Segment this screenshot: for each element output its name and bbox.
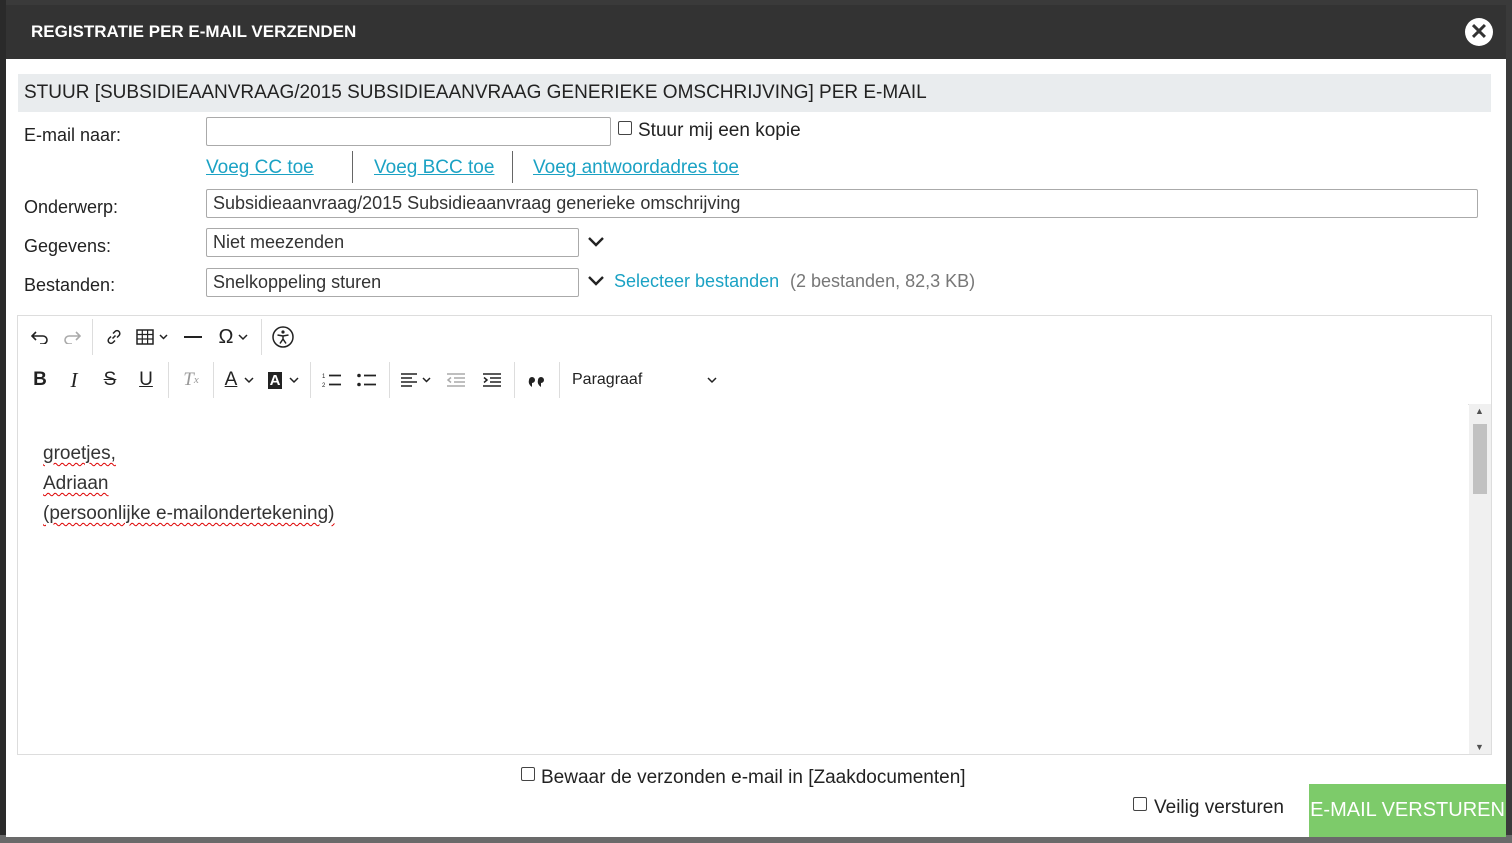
undo-icon[interactable] — [24, 320, 56, 354]
toolbar-separator — [168, 362, 169, 398]
link-divider — [352, 151, 353, 183]
underline-icon[interactable]: U — [128, 363, 164, 397]
accessibility-icon[interactable] — [266, 320, 300, 354]
add-reply-to-link[interactable]: Voeg antwoordadres toe — [533, 157, 739, 179]
indent-icon[interactable] — [474, 363, 510, 397]
scrollbar-thumb[interactable] — [1473, 424, 1487, 494]
bulleted-list-icon[interactable] — [349, 363, 385, 397]
toolbar-separator — [559, 362, 560, 398]
scroll-up-icon[interactable]: ▲ — [1475, 406, 1484, 416]
chevron-down-icon — [707, 377, 717, 384]
save-email-checkbox[interactable] — [521, 767, 535, 781]
svg-text:1: 1 — [322, 374, 326, 380]
redo-icon[interactable] — [56, 320, 88, 354]
subject-label: Onderwerp: — [24, 197, 119, 217]
dialog-title: REGISTRATIE PER E-MAIL VERZENDEN — [31, 22, 357, 41]
chevron-down-icon[interactable] — [586, 271, 606, 291]
toolbar-separator — [389, 362, 390, 398]
signature-name: Adriaan — [43, 473, 109, 494]
signature-line: groetjes, — [43, 439, 1468, 469]
toolbar-separator — [514, 362, 515, 398]
secure-send-label: Veilig versturen — [1154, 797, 1284, 818]
blockquote-icon[interactable] — [519, 363, 555, 397]
signature-note: (persoonlijke e-mailondertekening) — [43, 503, 335, 524]
rich-text-editor: Ω B I S U Tx A A 1 2 Paragraaf groetjes,… — [17, 315, 1492, 755]
email-to-input[interactable] — [206, 117, 611, 146]
toolbar-separator — [310, 362, 311, 398]
clear-formatting-icon[interactable]: Tx — [173, 363, 209, 397]
outdent-icon[interactable] — [438, 363, 474, 397]
add-cc-link[interactable]: Voeg CC toe — [206, 157, 314, 179]
italic-icon[interactable]: I — [56, 363, 92, 397]
align-icon[interactable] — [394, 363, 438, 397]
save-email-label: Bewaar de verzonden e-mail in [Zaakdocum… — [541, 767, 966, 788]
data-label: Gegevens: — [24, 236, 112, 256]
toolbar-separator — [213, 362, 214, 398]
toolbar-row-1: Ω — [24, 317, 300, 357]
data-select[interactable]: Niet meezenden — [206, 228, 579, 257]
scroll-down-icon[interactable]: ▼ — [1475, 742, 1484, 752]
paragraph-format-value: Paragraaf — [572, 371, 643, 388]
dialog-header: REGISTRATIE PER E-MAIL VERZENDEN ✕ — [6, 5, 1506, 59]
files-label: Bestanden: — [24, 275, 116, 295]
email-to-label: E-mail naar: — [24, 125, 122, 145]
editor-scrollbar[interactable]: ▲ ▼ — [1469, 404, 1491, 754]
strikethrough-icon[interactable]: S — [92, 363, 128, 397]
toolbar-separator — [261, 319, 262, 355]
background-color-icon[interactable]: A — [262, 363, 306, 397]
svg-text:2: 2 — [322, 383, 326, 388]
link-divider — [512, 151, 513, 183]
paragraph-format-select[interactable]: Paragraaf — [564, 363, 724, 397]
close-icon[interactable]: ✕ — [1465, 18, 1493, 46]
send-email-button[interactable]: E-MAIL VERSTUREN — [1309, 784, 1506, 837]
special-characters-icon[interactable]: Ω — [211, 320, 257, 354]
add-bcc-link[interactable]: Voeg BCC toe — [374, 157, 494, 179]
editor-content[interactable]: groetjes, Adriaan (persoonlijke e-mailon… — [18, 404, 1468, 754]
subject-input[interactable]: Subsidieaanvraag/2015 Subsidieaanvraag g… — [206, 189, 1478, 218]
files-select[interactable]: Snelkoppeling sturen — [206, 268, 579, 297]
text-color-icon[interactable]: A — [218, 363, 262, 397]
bold-icon[interactable]: B — [24, 363, 56, 397]
signature-greeting: groetjes, — [43, 443, 116, 464]
editor-toolbar: Ω B I S U Tx A A 1 2 Paragraaf — [18, 316, 1491, 405]
files-info: (2 bestanden, 82,3 KB) — [790, 271, 976, 291]
numbered-list-icon[interactable]: 12 — [315, 363, 349, 397]
chevron-down-icon[interactable] — [586, 232, 606, 252]
section-title: STUUR [SUBSIDIEAANVRAAG/2015 SUBSIDIEAAN… — [18, 74, 1491, 112]
toolbar-separator — [92, 319, 93, 355]
copy-checkbox[interactable] — [618, 121, 632, 135]
select-files-link[interactable]: Selecteer bestanden — [614, 271, 779, 292]
secure-send-checkbox[interactable] — [1133, 797, 1147, 811]
signature-line: (persoonlijke e-mailondertekening) — [43, 499, 1468, 529]
signature-line: Adriaan — [43, 469, 1468, 499]
copy-label: Stuur mij een kopie — [638, 120, 801, 141]
toolbar-row-2: B I S U Tx A A 12 Paragraaf — [24, 360, 724, 400]
email-dialog: REGISTRATIE PER E-MAIL VERZENDEN ✕ STUUR… — [6, 5, 1506, 837]
link-icon[interactable] — [97, 320, 131, 354]
table-icon[interactable] — [131, 320, 175, 354]
horizontal-line-icon[interactable] — [175, 320, 211, 354]
